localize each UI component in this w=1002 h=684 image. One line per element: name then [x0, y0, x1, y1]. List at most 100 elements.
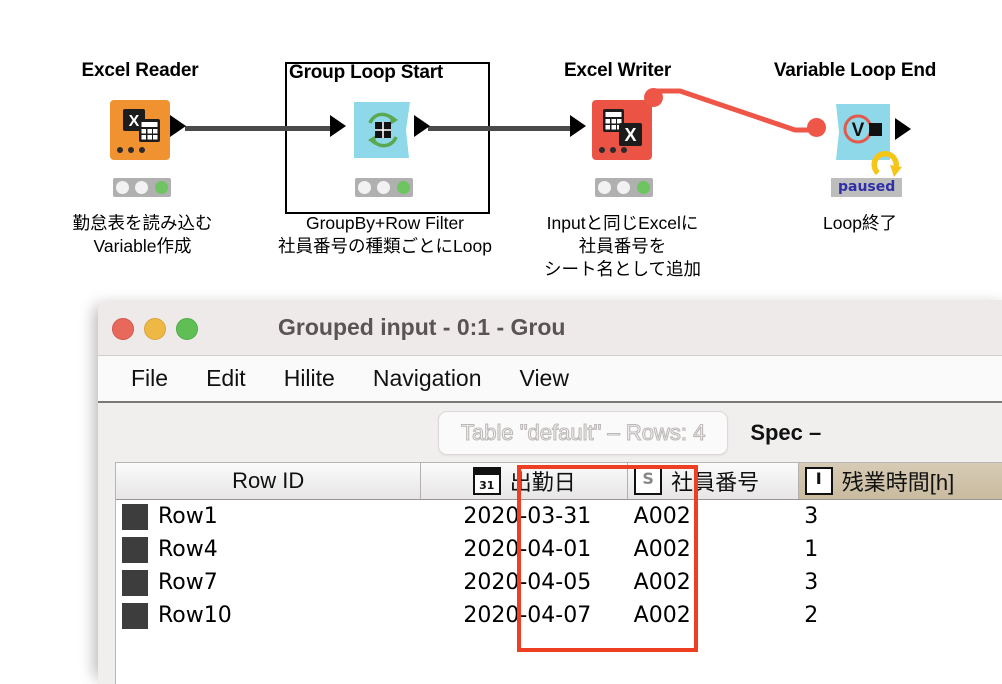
table-viewer-window[interactable]: Grouped input - 0:1 - Grou File Edit Hil… [98, 300, 1002, 684]
column-label: 出勤日 [509, 470, 576, 495]
string-icon-text: S [642, 469, 654, 488]
tab-spec[interactable]: Spec – [728, 412, 843, 454]
cell-overtime: 3 [798, 499, 1002, 533]
date-icon: 31 [472, 467, 501, 495]
cell-overtime: 3 [798, 566, 1002, 599]
row-id-text: Row1 [158, 504, 218, 529]
desc-line: 社員番号の種類ごとにLoop [278, 236, 492, 257]
desc-line: Inputと同じExcelに [546, 213, 699, 233]
svg-text:V: V [852, 120, 865, 141]
node-excel-reader[interactable]: X [110, 100, 186, 160]
node-variable-loop-end[interactable]: V [807, 103, 911, 177]
table-container: Row ID 31 出勤日 S 社員番号 I 残業時間[h] Row1 2020… [115, 462, 1002, 684]
minimize-button[interactable] [144, 318, 166, 340]
cell-employee-no: A002 [627, 566, 799, 599]
menu-bar[interactable]: File Edit Hilite Navigation View [98, 356, 1002, 403]
status-excel-writer [595, 178, 653, 197]
table-scroll-area[interactable]: Row ID 31 出勤日 S 社員番号 I 残業時間[h] Row1 2020… [98, 460, 1002, 684]
cell-date: 2020-04-05 [420, 566, 628, 599]
excel-reader-icon: X [123, 109, 160, 142]
node-desc-excel-writer: Inputと同じExcelに 社員番号を シート名として追加 [490, 212, 755, 281]
cell-row-id: Row7 [116, 566, 421, 599]
cell-employee-no: A002 [627, 533, 799, 566]
variable-loop-end-icon: V [843, 114, 882, 144]
cell-date: 2020-04-07 [420, 599, 628, 632]
port-in-excel-writer[interactable] [570, 115, 586, 137]
cell-overtime: 2 [798, 599, 1002, 632]
column-label: Row ID [232, 468, 305, 493]
node-group-loop-start[interactable] [330, 100, 430, 160]
wire-loopstart-to-writer [428, 126, 576, 131]
wire-reader-to-loopstart [185, 126, 332, 131]
cell-date: 2020-03-31 [420, 499, 628, 533]
row-color-swatch [122, 536, 148, 563]
cell-row-id: Row1 [116, 499, 421, 533]
node-settings-dots [599, 147, 627, 153]
desc-line: GroupBy+Row Filter [305, 213, 465, 233]
tab-table[interactable]: Table "default" – Rows: 4 [438, 411, 729, 455]
table-row[interactable]: Row4 2020-04-01 A002 1 [116, 533, 1002, 566]
desc-line: 社員番号を [578, 236, 667, 257]
status-group-loop-start [355, 178, 413, 197]
loop-pause-icon [871, 150, 902, 177]
menu-item-edit[interactable]: Edit [187, 365, 265, 392]
desc-line: Loop終了 [823, 213, 897, 233]
node-title-variable-loop-end: Variable Loop End [773, 60, 937, 81]
data-table[interactable]: Row ID 31 出勤日 S 社員番号 I 残業時間[h] Row1 2020… [116, 463, 1002, 632]
desc-line: 勤怠表を読み込む [72, 213, 213, 233]
screenshot-root: Excel Reader X 勤怠表を読み込む Variable作成 Group… [0, 0, 1002, 684]
table-row[interactable]: Row7 2020-04-05 A002 3 [116, 566, 1002, 599]
node-title-group-loop-start: Group Loop Start [289, 62, 444, 83]
port-out-excel-reader[interactable] [170, 115, 186, 137]
tab-strip[interactable]: Table "default" – Rows: 4 Spec – [98, 403, 1002, 463]
node-title-excel-writer: Excel Writer [563, 60, 672, 81]
node-desc-variable-loop-end: Loop終了 [760, 212, 960, 235]
column-header-row-id[interactable]: Row ID [116, 463, 422, 500]
close-button[interactable] [112, 318, 134, 340]
cell-employee-no: A002 [627, 499, 799, 533]
integer-icon-text: I [815, 469, 822, 488]
date-icon-text: 31 [479, 479, 495, 492]
node-desc-group-loop-start: GroupBy+Row Filter 社員番号の種類ごとにLoop [250, 212, 520, 258]
row-id-text: Row10 [158, 603, 232, 628]
menu-item-view[interactable]: View [501, 365, 588, 392]
cell-date: 2020-04-01 [420, 533, 628, 566]
string-icon: S [634, 467, 663, 495]
flow-variable-in-port-variable-loop-end[interactable] [807, 118, 826, 137]
menu-item-hilite[interactable]: Hilite [265, 365, 354, 392]
svg-text:X: X [624, 125, 636, 145]
flow-variable-out-port-excel-writer[interactable] [644, 88, 663, 107]
cell-overtime: 1 [798, 533, 1002, 566]
cell-employee-no: A002 [627, 599, 799, 632]
node-title-excel-reader: Excel Reader [81, 60, 199, 81]
node-settings-dots [117, 147, 145, 153]
menu-item-file[interactable]: File [112, 365, 187, 392]
row-color-swatch [122, 569, 148, 596]
window-titlebar[interactable]: Grouped input - 0:1 - Grou [98, 300, 1002, 356]
column-header-overtime[interactable]: I 残業時間[h] [798, 463, 1002, 500]
row-color-swatch [122, 503, 148, 530]
cell-row-id: Row10 [116, 599, 421, 632]
svg-text:X: X [129, 113, 140, 130]
status-badge-paused: paused [831, 178, 903, 197]
port-out-group-loop-start[interactable] [414, 115, 430, 137]
zoom-button[interactable] [176, 318, 198, 340]
row-color-swatch [122, 602, 148, 629]
column-header-date[interactable]: 31 出勤日 [420, 463, 629, 500]
port-in-group-loop-start[interactable] [330, 115, 346, 137]
node-excel-writer[interactable]: X [570, 88, 663, 160]
desc-line: シート名として追加 [544, 259, 701, 280]
menu-item-navigation[interactable]: Navigation [354, 365, 501, 392]
window-title: Grouped input - 0:1 - Grou [278, 314, 566, 340]
column-label: 社員番号 [671, 470, 760, 495]
table-row[interactable]: Row1 2020-03-31 A002 3 [116, 499, 1002, 533]
cell-row-id: Row4 [116, 533, 421, 566]
table-row[interactable]: Row10 2020-04-07 A002 2 [116, 599, 1002, 632]
node-desc-excel-reader: 勤怠表を読み込む Variable作成 [0, 212, 285, 258]
desc-line: Variable作成 [93, 236, 192, 257]
column-header-employee-no[interactable]: S 社員番号 [627, 463, 799, 500]
table-header-row: Row ID 31 出勤日 S 社員番号 I 残業時間[h] [116, 463, 1002, 500]
port-out-variable-loop-end[interactable] [895, 118, 911, 140]
excel-writer-icon: X [603, 109, 642, 146]
workflow-canvas[interactable]: Excel Reader X 勤怠表を読み込む Variable作成 Group… [0, 0, 1002, 300]
